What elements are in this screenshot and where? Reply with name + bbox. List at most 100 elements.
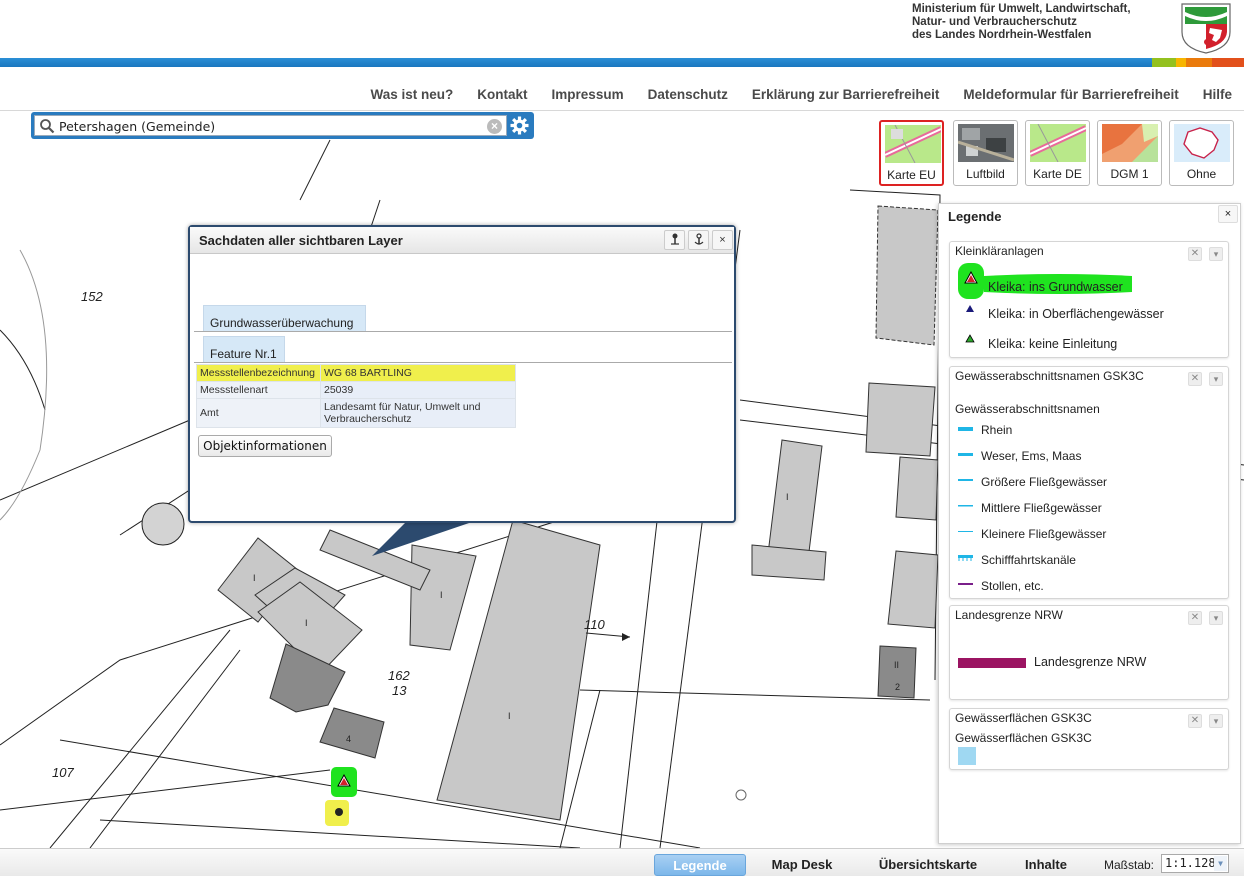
- brand-bar: [0, 58, 1244, 67]
- header: Ministerium für Umwelt, Landwirtschaft, …: [0, 0, 1244, 60]
- feature-info-window: Sachdaten aller sichtbaren Layer × Grund…: [188, 225, 736, 523]
- building-label: I: [253, 573, 256, 583]
- objektinformationen-button[interactable]: Objektinformationen: [198, 435, 332, 457]
- search-input[interactable]: [59, 118, 479, 134]
- tab-feature-1[interactable]: Feature Nr.1: [203, 336, 285, 363]
- close-icon[interactable]: ×: [712, 230, 733, 250]
- nav-links: Was ist neu? Kontakt Impressum Datenschu…: [371, 87, 1232, 102]
- building-label: 2: [895, 682, 901, 692]
- nav-was-ist-neu[interactable]: Was ist neu?: [371, 87, 454, 102]
- popup-title: Sachdaten aller sichtbaren Layer: [199, 233, 403, 248]
- legend-layer-gewaesserabschnitte: Gewässerabschnittsnamen GSK3C ✕ ▾ Gewäss…: [949, 366, 1229, 599]
- brand-stripe-yellow: [1176, 58, 1186, 67]
- ministry-line-2: Natur- und Verbraucherschutz: [912, 16, 1077, 28]
- attr-key: Messstellenbezeichnung: [196, 364, 321, 382]
- legend-layer-title: Gewässerabschnittsnamen GSK3C: [955, 369, 1144, 383]
- tab-inhalte[interactable]: Inhalte: [1010, 854, 1082, 876]
- legend-layer-landesgrenze: Landesgrenze NRW ✕ ▾ Landesgrenze NRW: [949, 605, 1229, 700]
- basemap-label: Karte DE: [1033, 167, 1082, 181]
- landesgrenze-symbol: [958, 658, 1026, 668]
- nav-meldeformular[interactable]: Meldeformular für Barrierefreiheit: [963, 87, 1178, 102]
- basemap-thumb-aerial: [958, 124, 1014, 162]
- basemap-thumb-terrain: [1102, 124, 1158, 162]
- nav-barrierefreiheit[interactable]: Erklärung zur Barrierefreiheit: [752, 87, 940, 102]
- pin-icon[interactable]: [664, 230, 685, 250]
- basemap-karte-eu[interactable]: Karte EU: [879, 120, 944, 186]
- ministry-line-1: Ministerium für Umwelt, Landwirtschaft,: [912, 3, 1131, 15]
- tab-label: Feature Nr.1: [210, 347, 277, 361]
- basemap-label: Karte EU: [887, 168, 936, 182]
- attr-value: WG 68 BARTLING: [320, 364, 516, 382]
- legend-item: Größere Fließgewässer: [981, 475, 1108, 489]
- legend-panel: Legende × Kleinkläranlagen ✕ ▾ Kleika: i…: [938, 203, 1241, 844]
- brand-stripe-red: [1212, 58, 1244, 67]
- building-label: I: [305, 618, 308, 628]
- basemap-thumb-map-de: [1030, 124, 1086, 162]
- basemap-label: Luftbild: [966, 167, 1005, 181]
- search-icon[interactable]: [39, 118, 55, 134]
- chevron-down-icon[interactable]: ▾: [1209, 372, 1223, 386]
- tab-label: Grundwasserüberwachung: [210, 316, 354, 330]
- legend-item: Mittlere Fließgewässer: [981, 501, 1102, 515]
- chevron-down-icon[interactable]: ▾: [1209, 714, 1223, 728]
- top-navigation: Was ist neu? Kontakt Impressum Datenschu…: [0, 67, 1244, 111]
- legend-item: Kleika: keine Einleitung: [988, 337, 1118, 351]
- basemap-thumb-none: [1174, 124, 1230, 162]
- building-label: I: [440, 590, 443, 600]
- legend-layer-title: Landesgrenze NRW: [955, 608, 1063, 622]
- gewaesserflaeche-symbol: [958, 747, 976, 765]
- legend-subtitle: Gewässerabschnittsnamen: [955, 402, 1100, 416]
- table-row: Amt Landesamt für Natur, Umwelt und Verb…: [196, 398, 516, 428]
- basemap-label: DGM 1: [1110, 167, 1149, 181]
- legend-layer-title: Gewässerflächen GSK3C: [955, 711, 1092, 725]
- close-icon[interactable]: ×: [1218, 205, 1238, 223]
- basemap-dgm1[interactable]: DGM 1: [1097, 120, 1162, 186]
- clear-icon[interactable]: ×: [487, 119, 502, 134]
- basemap-thumb-map: [885, 125, 941, 163]
- remove-layer-icon[interactable]: ✕: [1188, 714, 1202, 728]
- basemap-label: Ohne: [1186, 167, 1217, 181]
- attr-value: 25039: [320, 381, 516, 399]
- popup-header[interactable]: Sachdaten aller sichtbaren Layer ×: [190, 227, 734, 254]
- tab-map-desk[interactable]: Map Desk: [760, 854, 844, 876]
- chevron-down-icon[interactable]: ▾: [1209, 611, 1223, 625]
- gear-icon[interactable]: [509, 115, 530, 136]
- scale-label: Maßstab:: [1104, 858, 1155, 872]
- scale-select[interactable]: 1:1.128 ▼: [1161, 854, 1229, 873]
- legend-item: Kleika: ins Grundwasser: [988, 280, 1123, 294]
- ministry-name: Ministerium für Umwelt, Landwirtschaft, …: [912, 3, 1172, 42]
- basemap-luftbild[interactable]: Luftbild: [953, 120, 1018, 186]
- chevron-down-icon[interactable]: ▼: [1214, 856, 1227, 871]
- remove-layer-icon[interactable]: ✕: [1188, 611, 1202, 625]
- legend-layer-title: Kleinkläranlagen: [955, 244, 1044, 258]
- legend-item: Kleinere Fließgewässer: [981, 527, 1107, 541]
- tab-uebersichtskarte[interactable]: Übersichtskarte: [866, 854, 990, 876]
- building-label: I: [508, 711, 511, 721]
- search-field: ×: [34, 115, 507, 136]
- remove-layer-icon[interactable]: ✕: [1188, 372, 1202, 386]
- nrw-crest-logo: [1181, 3, 1231, 54]
- tab-divider: [194, 362, 732, 363]
- nav-datenschutz[interactable]: Datenschutz: [648, 87, 728, 102]
- legend-title: Legende: [948, 209, 1002, 224]
- legend-item: Kleika: in Oberflächengewässer: [988, 307, 1164, 321]
- parcel-label: 13: [392, 683, 407, 698]
- tab-legende[interactable]: Legende: [654, 854, 746, 876]
- tab-divider: [194, 331, 732, 332]
- legend-item: Rhein: [981, 423, 1013, 437]
- attr-key: Amt: [196, 398, 321, 428]
- parcel-label: 152: [81, 289, 103, 304]
- nav-kontakt[interactable]: Kontakt: [477, 87, 527, 102]
- nav-impressum[interactable]: Impressum: [552, 87, 624, 102]
- brand-stripe-orange: [1186, 58, 1212, 67]
- anchor-icon[interactable]: [688, 230, 709, 250]
- parcel-label: 162: [388, 668, 410, 683]
- tab-grundwasserueberwachung[interactable]: Grundwasserüberwachung: [203, 305, 366, 332]
- basemap-karte-de[interactable]: Karte DE: [1025, 120, 1090, 186]
- nav-hilfe[interactable]: Hilfe: [1203, 87, 1232, 102]
- parcel-label: 110: [584, 617, 605, 632]
- ministry-line-3: des Landes Nordrhein-Westfalen: [912, 29, 1092, 41]
- legend-layer-kleinklaeranlagen: Kleinkläranlagen ✕ ▾ Kleika: ins Grundwa…: [949, 241, 1229, 358]
- brand-stripe-green: [1152, 58, 1176, 67]
- basemap-ohne[interactable]: Ohne: [1169, 120, 1234, 186]
